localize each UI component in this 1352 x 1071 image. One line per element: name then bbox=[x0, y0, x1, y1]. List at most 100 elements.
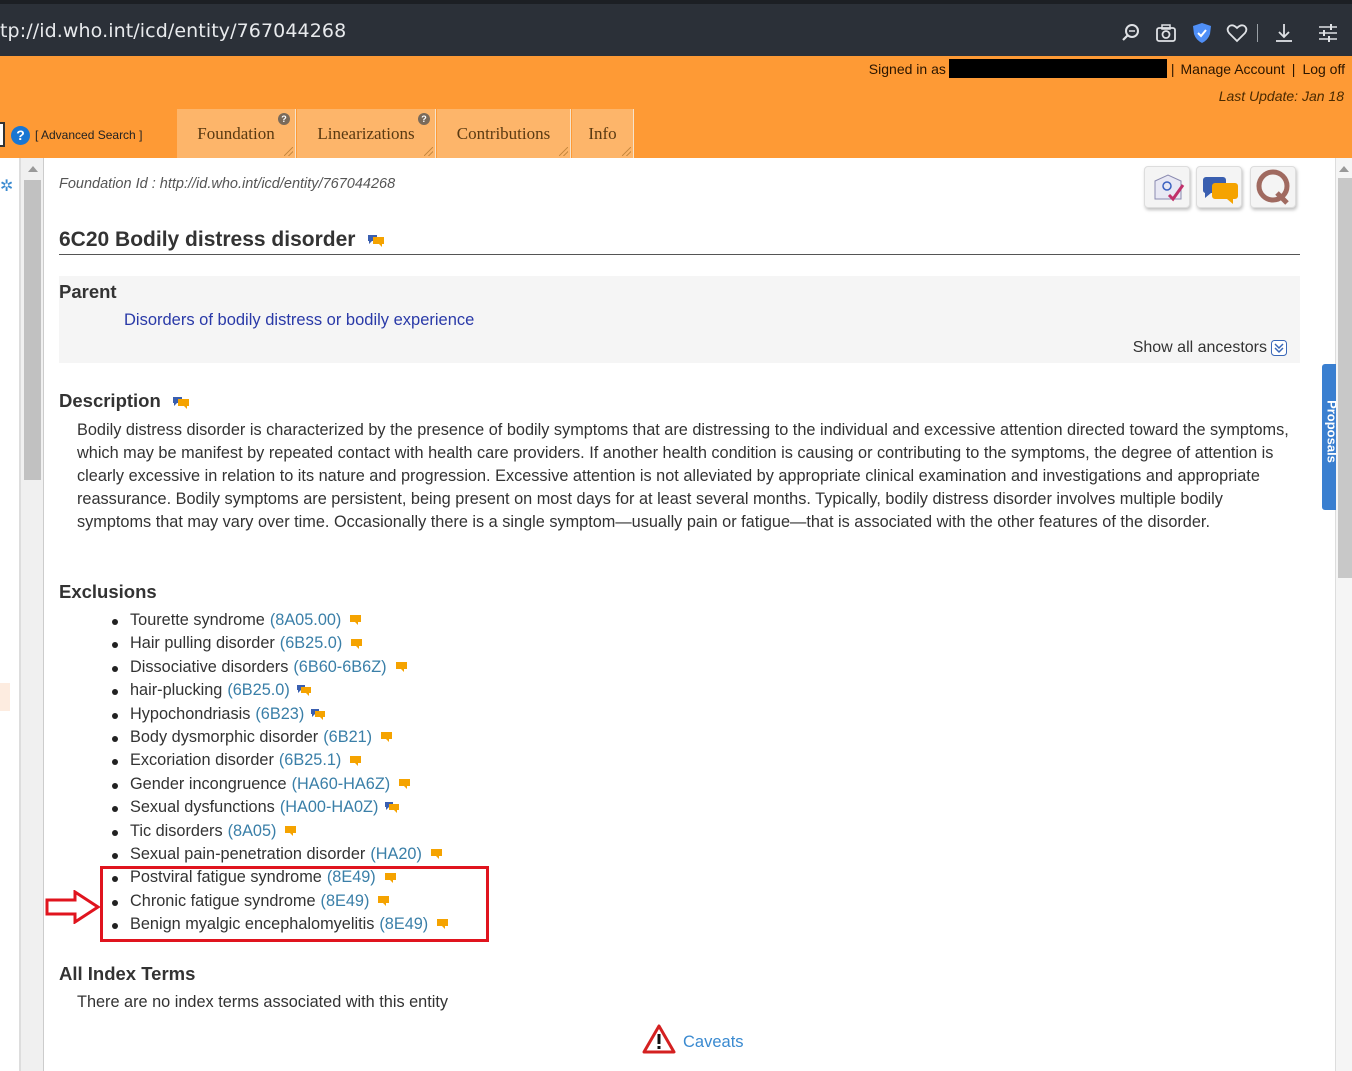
comment-bubble-icon[interactable] bbox=[384, 801, 400, 814]
comment-bubble-icon[interactable] bbox=[172, 395, 190, 410]
tab-contributions[interactable]: Contributions bbox=[437, 109, 571, 158]
foundation-id: Foundation Id : http://id.who.int/icd/en… bbox=[59, 176, 396, 192]
resize-grip-icon bbox=[284, 147, 293, 156]
exclusion-name: Gender incongruence bbox=[130, 774, 287, 793]
exclusion-item: hair-plucking (6B25.0) bbox=[112, 679, 450, 702]
section-heading: Description bbox=[59, 390, 161, 411]
site-header: Signed in as | Manage Account | Log off … bbox=[0, 56, 1352, 158]
exclusion-item: Tic disorders (8A05) bbox=[112, 820, 450, 843]
comment-bubble-icon[interactable] bbox=[282, 825, 298, 838]
advanced-search-link[interactable]: [ Advanced Search ] bbox=[35, 128, 142, 142]
warning-icon bbox=[642, 1024, 676, 1054]
tab-foundation[interactable]: Foundation ? bbox=[177, 109, 296, 158]
proposals-label: Proposals bbox=[1324, 400, 1337, 463]
help-icon[interactable]: ? bbox=[418, 113, 430, 125]
help-icon[interactable]: ? bbox=[11, 126, 30, 145]
shield-icon[interactable] bbox=[1191, 22, 1213, 44]
log-off-link[interactable]: Log off bbox=[1302, 61, 1345, 77]
exclusion-item: Dissociative disorders (6B60-6B6Z) bbox=[112, 656, 450, 679]
query-icon[interactable] bbox=[1250, 166, 1296, 208]
section-heading: Parent bbox=[59, 281, 117, 302]
comment-bubble-icon[interactable] bbox=[378, 731, 394, 744]
tree-selection-highlight bbox=[0, 683, 10, 711]
feedback-icon[interactable] bbox=[1144, 166, 1190, 208]
parent-link[interactable]: Disorders of bodily distress or bodily e… bbox=[124, 311, 474, 330]
exclusion-name: hair-plucking bbox=[130, 681, 223, 700]
tab-label: Contributions bbox=[456, 124, 551, 143]
tree-panel bbox=[0, 158, 20, 1071]
caveats-label: Caveats bbox=[683, 1032, 744, 1051]
camera-icon[interactable] bbox=[1155, 22, 1177, 44]
exclusion-name: Hair pulling disorder bbox=[130, 634, 275, 653]
tree-node-icon[interactable]: ✲ bbox=[0, 176, 13, 196]
exclusion-item: Body dysmorphic disorder (6B21) bbox=[112, 726, 450, 749]
exclusion-code-link[interactable]: (6B21) bbox=[323, 728, 372, 746]
comment-bubble-icon[interactable] bbox=[393, 661, 409, 674]
show-ancestors-label: Show all ancestors bbox=[1132, 339, 1267, 356]
comment-bubble-icon[interactable] bbox=[296, 684, 312, 697]
exclusion-code-link[interactable]: (HA20) bbox=[370, 845, 422, 863]
comment-bubble-icon[interactable] bbox=[347, 755, 363, 768]
exclusion-name: Sexual dysfunctions bbox=[130, 798, 275, 817]
exclusion-code-link[interactable]: (6B25.1) bbox=[279, 751, 341, 769]
exclusion-name: Dissociative disorders bbox=[130, 657, 289, 676]
caveats-link[interactable]: Caveats bbox=[642, 1024, 744, 1054]
proposals-side-tab[interactable]: Proposals bbox=[1322, 364, 1336, 510]
index-terms-text: There are no index terms associated with… bbox=[77, 993, 449, 1011]
tab-linearizations[interactable]: Linearizations ? bbox=[297, 109, 436, 158]
resize-grip-icon bbox=[424, 147, 433, 156]
address-bar[interactable]: tp://id.who.int/icd/entity/767044268 bbox=[0, 20, 346, 42]
toolbar-divider bbox=[1257, 24, 1258, 42]
highlight-box bbox=[100, 866, 489, 942]
arrow-icon bbox=[45, 890, 101, 924]
exclusion-name: Sexual pain-penetration disorder bbox=[130, 845, 366, 864]
heart-icon[interactable] bbox=[1226, 22, 1248, 44]
search-icon[interactable] bbox=[1120, 22, 1142, 44]
comment-bubble-icon[interactable] bbox=[347, 614, 363, 627]
page-title: 6C20 Bodily distress disorder bbox=[59, 228, 1300, 255]
exclusion-code-link[interactable]: (6B25.0) bbox=[227, 681, 289, 699]
comments-icon[interactable] bbox=[1196, 166, 1242, 208]
section-heading: Exclusions bbox=[59, 581, 157, 602]
exclusion-code-link[interactable]: (HA00-HA0Z) bbox=[280, 798, 379, 816]
separator: | bbox=[1170, 60, 1175, 77]
exclusion-code-link[interactable]: (HA60-HA6Z) bbox=[292, 775, 391, 793]
parent-section: Parent Disorders of bodily distress or b… bbox=[59, 276, 1300, 363]
exclusion-item: Gender incongruence (HA60-HA6Z) bbox=[112, 773, 450, 796]
comment-bubble-icon[interactable] bbox=[310, 708, 326, 721]
redacted-username bbox=[948, 59, 1167, 78]
exclusion-name: Tic disorders bbox=[130, 821, 223, 840]
scroll-thumb[interactable] bbox=[24, 180, 41, 480]
double-chevron-down-icon[interactable] bbox=[1271, 339, 1288, 357]
tab-label: Foundation bbox=[197, 124, 275, 143]
separator: | bbox=[1291, 60, 1296, 77]
help-icon[interactable]: ? bbox=[278, 113, 290, 125]
exclusion-item: Excoriation disorder (6B25.1) bbox=[112, 749, 450, 772]
download-icon[interactable] bbox=[1273, 22, 1295, 44]
description-text: Bodily distress disorder is characterize… bbox=[77, 421, 1289, 531]
exclusion-code-link[interactable]: (6B23) bbox=[255, 705, 304, 723]
content-scrollbar[interactable] bbox=[1335, 158, 1352, 1071]
exclusion-item: Hair pulling disorder (6B25.0) bbox=[112, 632, 450, 655]
exclusion-code-link[interactable]: (6B25.0) bbox=[280, 634, 342, 652]
exclusion-item: Sexual dysfunctions (HA00-HA0Z) bbox=[112, 796, 450, 819]
exclusion-name: Excoriation disorder bbox=[130, 751, 274, 770]
show-ancestors-toggle[interactable]: Show all ancestors bbox=[1133, 339, 1288, 357]
comment-bubble-icon[interactable] bbox=[348, 638, 364, 651]
tab-info[interactable]: Info bbox=[572, 109, 634, 158]
comment-bubble-icon[interactable] bbox=[428, 848, 444, 861]
exclusion-code-link[interactable]: (6B60-6B6Z) bbox=[293, 658, 386, 676]
tree-scrollbar[interactable] bbox=[20, 158, 44, 1071]
search-input[interactable] bbox=[0, 122, 5, 147]
comment-bubble-icon[interactable] bbox=[367, 233, 385, 248]
scroll-thumb[interactable] bbox=[1338, 178, 1352, 578]
exclusion-item: Tourette syndrome (8A05.00) bbox=[112, 609, 450, 632]
exclusion-name: Hypochondriasis bbox=[130, 704, 251, 723]
exclusion-code-link[interactable]: (8A05) bbox=[228, 822, 277, 840]
scroll-up-icon[interactable] bbox=[28, 166, 38, 172]
settings-icon[interactable] bbox=[1317, 22, 1339, 44]
scroll-up-icon[interactable] bbox=[1339, 166, 1349, 172]
comment-bubble-icon[interactable] bbox=[396, 778, 412, 791]
exclusion-code-link[interactable]: (8A05.00) bbox=[270, 611, 342, 629]
manage-account-link[interactable]: Manage Account bbox=[1181, 61, 1285, 77]
